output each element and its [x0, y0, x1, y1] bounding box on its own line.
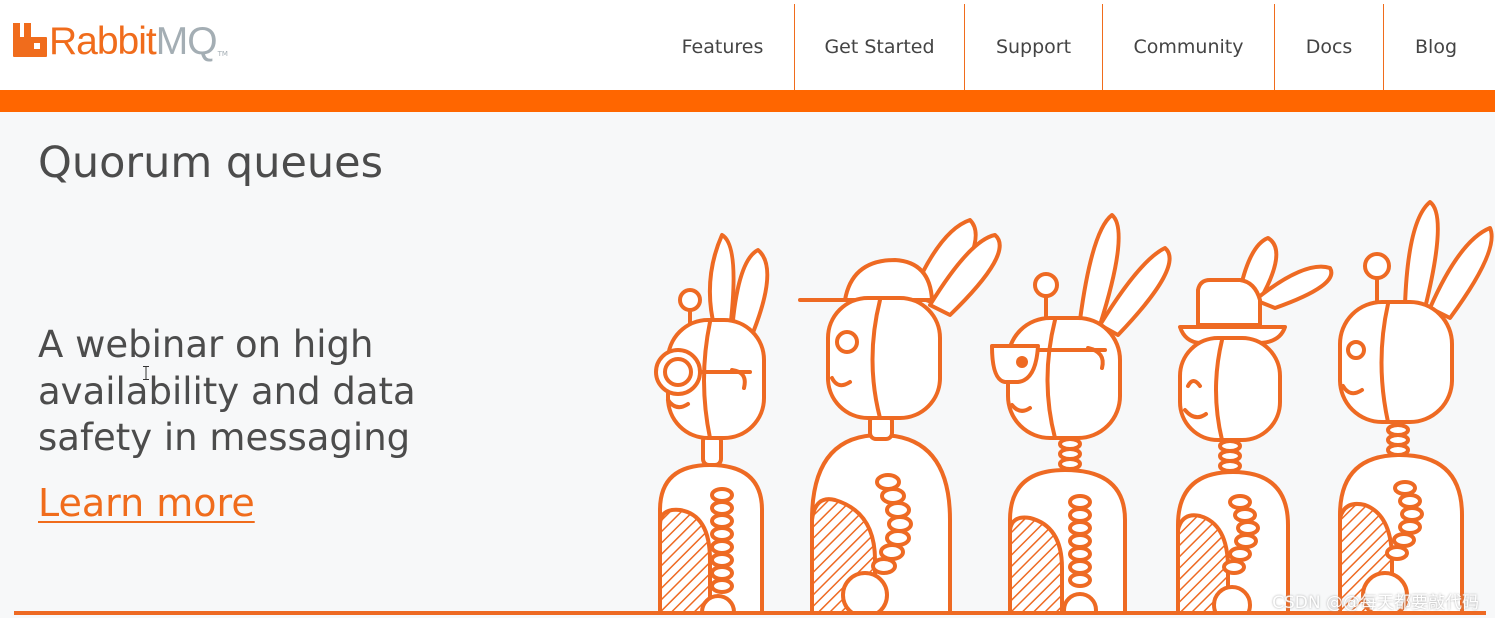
hero-subtitle-line: A webinar on high: [38, 323, 374, 366]
rabbit-robot-2: [798, 218, 1002, 615]
hero-title: Quorum queues: [38, 138, 384, 188]
learn-more-link[interactable]: Learn more: [38, 480, 255, 526]
rabbit-robot-1: [654, 233, 770, 615]
watermark-text: CSDN @@每天都要敲代码: [1272, 593, 1479, 613]
rabbit-robot-5: [1338, 200, 1494, 615]
site-header: RabbitMQ TM Features Get Started Support…: [0, 0, 1495, 90]
nav-features[interactable]: Features: [664, 4, 781, 90]
main-nav: Features Get Started Support Community D…: [0, 0, 1495, 90]
nav-docs[interactable]: Docs: [1275, 4, 1383, 90]
hero-subtitle: A webinar on high availability and data …: [38, 322, 458, 462]
hero-baseline: [14, 611, 1486, 615]
hero-subtitle-line: availability and data: [38, 369, 416, 413]
nav-support[interactable]: Support: [965, 4, 1102, 90]
nav-community[interactable]: Community: [1103, 4, 1274, 90]
rabbit-robot-3: [990, 213, 1172, 615]
rabbit-robot-4: [1176, 236, 1334, 615]
nav-get-started[interactable]: Get Started: [795, 4, 964, 90]
text-cursor-icon: [143, 366, 149, 380]
header-accent-bar: [0, 90, 1495, 112]
hero-subtitle-line: safety in messaging: [38, 416, 411, 459]
nav-blog[interactable]: Blog: [1384, 4, 1488, 90]
rabbit-robots-illustration: [654, 200, 1494, 615]
